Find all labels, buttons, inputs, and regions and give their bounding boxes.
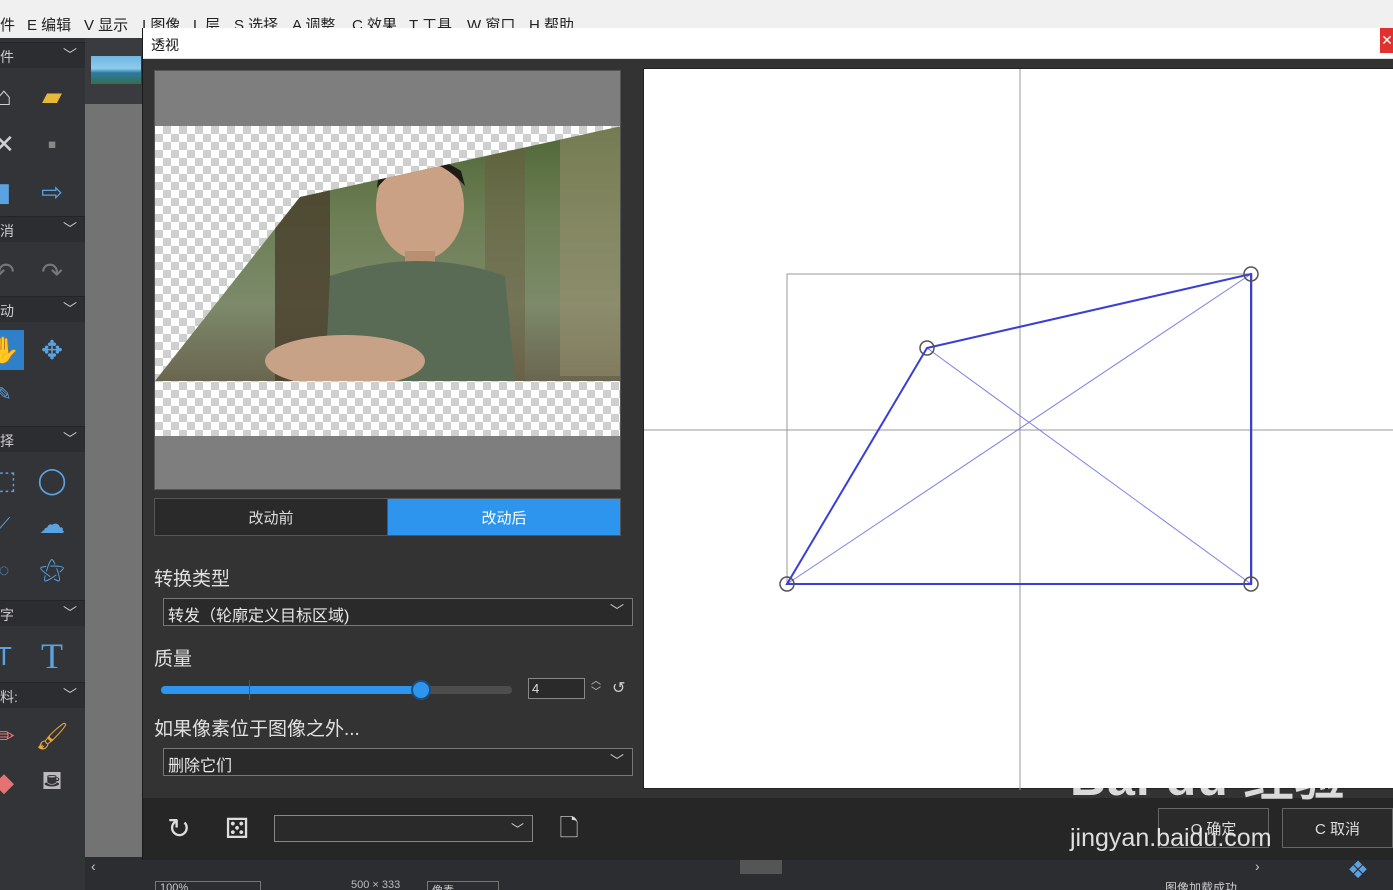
randomize-dice-icon[interactable]: ⚄ — [219, 811, 255, 847]
status-message: 图像加载成功 — [1165, 881, 1238, 890]
pencil-icon[interactable]: ✏ — [0, 716, 24, 756]
layers-icon[interactable]: ❖ — [1340, 856, 1376, 890]
line-select-icon[interactable]: ⟋ — [0, 504, 24, 544]
chevron-down-icon: ﹀ — [510, 822, 524, 837]
cancel-button[interactable]: C 取消 — [1282, 808, 1393, 848]
image-dimensions: 500 × 333 — [351, 879, 401, 890]
rect-select-icon[interactable]: ⬚ — [0, 460, 24, 500]
ellipse-select-icon[interactable]: ◯ — [32, 460, 72, 500]
outside-pixels-select[interactable]: 删除它们 ﹀ — [163, 748, 633, 776]
diagonal-line — [926, 347, 1252, 585]
lasso-select-icon[interactable]: ☁ — [32, 504, 72, 544]
quality-input[interactable]: 4 — [528, 678, 585, 699]
status-bar: 100% 500 × 333 像素 图像加载成功 — [85, 877, 1393, 890]
quality-slider[interactable] — [161, 680, 512, 700]
spin-up-icon[interactable]: ︿ — [591, 676, 603, 687]
sidebar-section-label: 择 — [0, 433, 14, 449]
diagonal-line — [786, 273, 1252, 585]
brush-icon[interactable]: 🖌 — [32, 716, 72, 756]
eraser-icon[interactable]: ◆ — [0, 762, 24, 802]
home-icon[interactable]: ⌂ — [0, 76, 24, 116]
export-icon[interactable]: ⇨ — [32, 172, 72, 212]
redo-icon[interactable]: ↷ — [32, 252, 72, 292]
chevron-down-icon: ﹀ — [63, 431, 77, 447]
chevron-down-icon: ﹀ — [610, 603, 624, 619]
sidebar-section-paint[interactable]: 料: ﹀ — [0, 682, 85, 708]
scroll-right-icon[interactable]: › — [1255, 858, 1260, 874]
spin-down-icon[interactable]: ﹀ — [591, 687, 603, 698]
sidebar-section-label: 字 — [0, 607, 14, 623]
before-after-toggle: 改动前 改动后 — [154, 498, 621, 536]
sidebar-section-text[interactable]: 字 ﹀ — [0, 600, 85, 626]
dialog-command-bar: ↻ ⚄ ﹀ 🗋 O 确定 C 取消 — [143, 798, 1393, 860]
perspective-editor-canvas[interactable] — [644, 69, 1393, 790]
reset-quality-icon[interactable]: ↺ — [612, 678, 625, 698]
chevron-down-icon: ﹀ — [63, 605, 77, 621]
sidebar-section-selection[interactable]: 择 ﹀ — [0, 426, 85, 452]
save-copy-icon[interactable]: ▮ — [0, 172, 24, 212]
save-preset-icon[interactable]: 🗋 — [551, 811, 587, 847]
sidebar-section-undo[interactable]: 消 ﹀ — [0, 216, 85, 242]
open-folder-icon[interactable]: ▰ — [32, 76, 72, 116]
preset-select[interactable]: ﹀ — [274, 815, 533, 842]
menu-file[interactable]: 件 — [0, 14, 15, 35]
menu-view[interactable]: V 显示 — [84, 14, 128, 35]
polygon-select-icon[interactable]: ◌ — [0, 550, 24, 590]
effect-preview — [154, 70, 621, 490]
preview-image — [155, 126, 620, 381]
ok-button[interactable]: O 确定 — [1158, 808, 1269, 848]
sidebar-section-label: 件 — [0, 49, 14, 65]
text-tool-icon[interactable]: T — [32, 636, 72, 676]
scroll-thumb[interactable] — [740, 860, 782, 874]
dialog-titlebar: 透视 ✕ — [143, 28, 1393, 59]
before-button[interactable]: 改动前 — [155, 499, 387, 535]
outside-pixels-label: 如果像素位于图像之外... — [154, 719, 360, 740]
zoom-select[interactable]: 100% — [155, 881, 261, 890]
sidebar-section-label: 料: — [0, 689, 18, 705]
dialog-title: 透视 — [151, 37, 179, 53]
scroll-left-icon[interactable]: ‹ — [91, 858, 96, 874]
chevron-down-icon: ﹀ — [63, 687, 77, 703]
sidebar-section-label: 动 — [0, 303, 14, 319]
chevron-down-icon: ﹀ — [63, 221, 77, 237]
transform-type-select[interactable]: 转发（轮廓定义目标区域) ﹀ — [163, 598, 633, 626]
chevron-down-icon: ﹀ — [63, 47, 77, 63]
perspective-editor[interactable] — [643, 68, 1393, 790]
hand-tool-icon[interactable]: ✋ — [0, 330, 24, 370]
image-thumbnail[interactable] — [91, 56, 141, 84]
unit-select[interactable]: 像素 — [427, 881, 499, 890]
close-icon[interactable]: ✕ — [0, 124, 24, 164]
sidebar-section-label: 消 — [0, 223, 14, 239]
sidebar-section-move[interactable]: 动 ﹀ — [0, 296, 85, 322]
transform-type-label: 转换类型 — [154, 569, 231, 590]
tool-sidebar: 件 ﹀ ⌂ ▰ ✕ ▪ ▮ ⇨ 消 ﹀ ↶ ↷ 动 ﹀ ✋ ✥ ✎ 择 ﹀ ⬚ ◯ ⟋ … — [0, 38, 85, 890]
save-icon[interactable]: ▪ — [32, 124, 72, 164]
menu-edit[interactable]: E 编辑 — [27, 14, 71, 35]
reset-icon[interactable]: ↻ — [161, 811, 197, 847]
chevron-down-icon: ﹀ — [63, 301, 77, 317]
typography-tool-icon[interactable]: T — [0, 636, 24, 676]
after-button[interactable]: 改动后 — [387, 499, 620, 535]
chevron-down-icon: ﹀ — [610, 753, 624, 769]
fill-bucket-icon[interactable]: ⛾ — [32, 762, 72, 802]
quality-label: 质量 — [154, 649, 193, 670]
magic-wand-icon[interactable]: ⚝ — [32, 550, 72, 590]
move-tool-icon[interactable]: ✥ — [32, 330, 72, 370]
perspective-dialog: 透视 ✕ 改动前 改动后 转换类型 转发（轮廓定义目标区域) ﹀ 质量 4 ︿ … — [142, 28, 1393, 860]
undo-icon[interactable]: ↶ — [0, 252, 24, 292]
outside-pixels-value: 删除它们 — [168, 758, 233, 775]
transform-type-value: 转发（轮廓定义目标区域) — [168, 608, 350, 625]
slider-knob[interactable] — [410, 680, 431, 700]
close-button[interactable]: ✕ — [1380, 28, 1393, 53]
slider-tick — [249, 680, 250, 700]
sidebar-section-file[interactable]: 件 ﹀ — [0, 42, 85, 68]
slider-fill — [161, 686, 421, 694]
quality-spinner[interactable]: ︿ ﹀ — [591, 676, 603, 698]
color-picker-icon[interactable]: ✎ — [0, 374, 24, 414]
horizontal-scrollbar[interactable]: ‹ › — [85, 857, 1393, 877]
